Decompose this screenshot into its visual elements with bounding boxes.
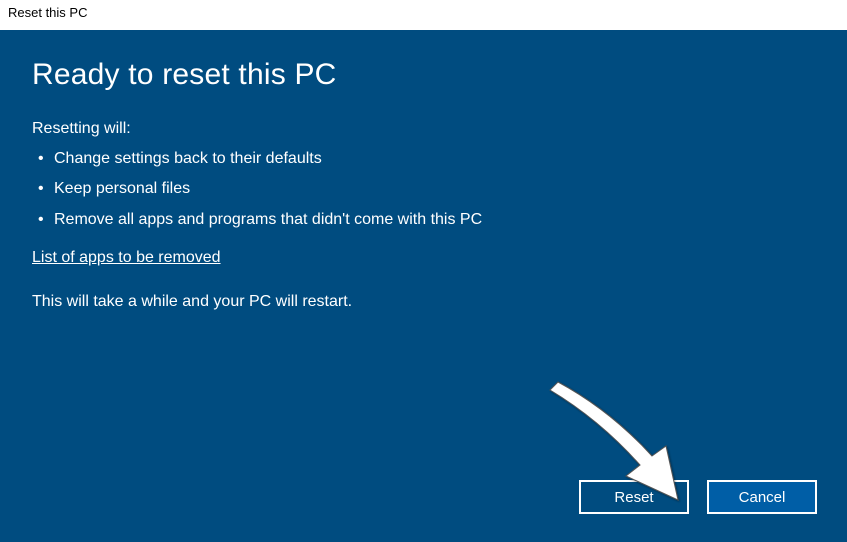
window-title: Reset this PC: [8, 5, 87, 20]
window-title-bar: Reset this PC: [0, 0, 847, 30]
dialog-button-row: Reset Cancel: [579, 480, 817, 514]
list-item: Keep personal files: [32, 174, 815, 204]
cancel-button[interactable]: Cancel: [707, 480, 817, 514]
reset-dialog: Ready to reset this PC Resetting will: C…: [0, 30, 847, 542]
reset-button[interactable]: Reset: [579, 480, 689, 514]
list-of-apps-link[interactable]: List of apps to be removed: [32, 249, 221, 267]
dialog-heading: Ready to reset this PC: [32, 58, 815, 92]
list-item: Change settings back to their defaults: [32, 144, 815, 174]
reset-actions-list: Change settings back to their defaults K…: [32, 144, 815, 235]
restart-note: This will take a while and your PC will …: [32, 293, 815, 311]
list-item: Remove all apps and programs that didn't…: [32, 205, 815, 235]
resetting-will-label: Resetting will:: [32, 120, 815, 138]
